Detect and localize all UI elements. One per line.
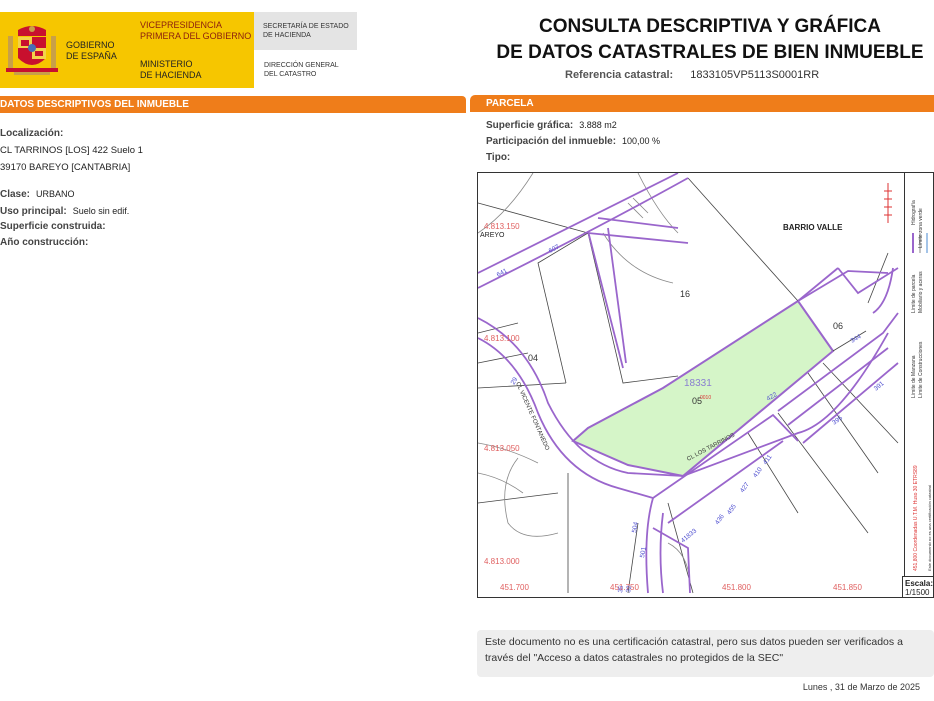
referencia-catastral: Referencia catastral: 1833105VP5113S0001… [565,69,819,81]
uso-label: Uso principal: [0,206,67,217]
legend-item: Límite de Manzana [911,355,917,398]
uso-row: Uso principal: Suelo sin edif. [0,206,129,217]
map-number: 504 [631,521,640,533]
gobierno-text: GOBIERNO DE ESPAÑA [66,40,117,61]
map-y-coord: 4.813.150 [484,222,520,231]
localizacion-label: Localización: [0,128,64,139]
superficie-grafica-row: Superficie gráfica: 3.888 m2 [486,120,617,131]
legend-drawing: Límite de Manzana Límite de Construccion… [911,200,932,571]
legend-item: Límite de parcela [911,274,917,313]
referencia-label: Referencia catastral: [565,69,674,81]
legend-item: Hidrografía [911,200,917,225]
gobierno-logo-block: GOBIERNO DE ESPAÑA VICEPRESIDENCIA PRIME… [0,12,254,88]
scale-value: 1/1500 [905,588,930,597]
map-parcel-ref: 18331 [684,378,712,389]
map-x-coord: 451.700 [500,583,529,592]
map-legend: Límite de Manzana Límite de Construccion… [905,172,934,578]
referencia-value: 1833105VP5113S0001RR [690,69,820,81]
map-number: 41833 [680,527,699,544]
participacion-row: Participación del inmueble: 100,00 % [486,136,660,147]
clase-row: Clase: URBANO [0,189,75,200]
map-number: 410 [752,466,764,479]
map-y-coord: 4.813.050 [484,444,520,453]
scale-label: Escala: [905,579,934,588]
map-parcel-label: 06 [833,321,843,331]
map-parcel-small: 0010 [700,395,711,401]
legend-item: Mobiliario y aceras [918,271,924,313]
ministerio-text: MINISTERIO DE HACIENDA [140,59,202,80]
anio-construccion-row: Año construcción: [0,237,88,248]
map-drawing: 4.813.150 4.813.100 4.813.050 4.813.000 … [478,173,899,593]
inmueble-section-bar: DATOS DESCRIPTIVOS DEL INMUEBLE [0,96,466,113]
map-y-coord: 4.813.000 [484,557,520,566]
certification-notice: Este documento no es una certificación c… [477,630,934,677]
parcela-section-bar: PARCELA [470,95,934,112]
coat-of-arms-icon [6,26,58,75]
map-place-bareyo: AREYO [480,232,505,239]
direccion-line1: CL TARRINOS [LOS] 422 Suelo 1 [0,145,143,156]
participacion-value: 100,00 % [622,136,661,146]
direccion-line2: 39170 BAREYO [CANTABRIA] [0,162,131,173]
secretaria-text: SECRETARÍA DE ESTADO DE HACIENDA [263,23,349,39]
legend-item: Límite zona verde [918,208,924,248]
localizacion-label-row: Localización: [0,128,63,139]
map-parcel-label: 16 [680,289,690,299]
map-number: 427 [739,481,751,494]
tipo-label: Tipo: [486,152,511,163]
map-y-coord: 4.813.100 [484,334,520,343]
participacion-label: Participación del inmueble: [486,136,617,147]
superficie-grafica-value: 3.888 m2 [579,120,617,130]
map-number: 344 [850,333,863,345]
clase-label: Clase: [0,189,31,200]
document-title: CONSULTA DESCRIPTIVA Y GRÁFICA DE DATOS … [496,16,924,63]
tipo-row: Tipo: [486,152,510,163]
map-number: 455 [726,503,738,516]
superficie-grafica-label: Superficie gráfica: [486,120,574,131]
secretaria-block: SECRETARÍA DE ESTADO DE HACIENDA [254,12,357,50]
map-parcel-label: 04 [528,353,538,363]
legend-coords-note: 451,800 Coordenadas U.T.M. Huso 30 ETRS8… [913,465,919,571]
map-number: 436 [714,513,726,526]
legend-small-note: Este documento no es una certificación c… [927,485,932,571]
map-number: 395 [831,414,844,426]
vicepresidencia-text: VICEPRESIDENCIA PRIMERA DEL GOBIERNO [140,20,252,41]
legend-item: Límite de Construcciones [918,341,924,398]
map-x-coord: 451.800 [722,583,751,592]
direccion-general-text: DIRECCIÓN GENERAL DEL CATASTRO [264,62,339,78]
anio-construccion-label: Año construcción: [0,237,89,248]
map-place-barrio: BARRIO VALLE [783,223,843,232]
uso-value: Suelo sin edif. [72,206,130,216]
clase-value: URBANO [36,189,75,199]
scale-box: Escala: 1/1500 [902,576,934,598]
superficie-construida-label: Superficie construida: [0,221,106,232]
north-marker [884,183,892,223]
map-x-coord: 451.850 [833,583,862,592]
cadastral-map[interactable]: 4.813.150 4.813.100 4.813.050 4.813.000 … [477,172,905,598]
superficie-construida-row: Superficie construida: [0,221,106,232]
map-number: 641 [496,267,509,278]
document-date: Lunes , 31 de Marzo de 2025 [802,682,920,692]
